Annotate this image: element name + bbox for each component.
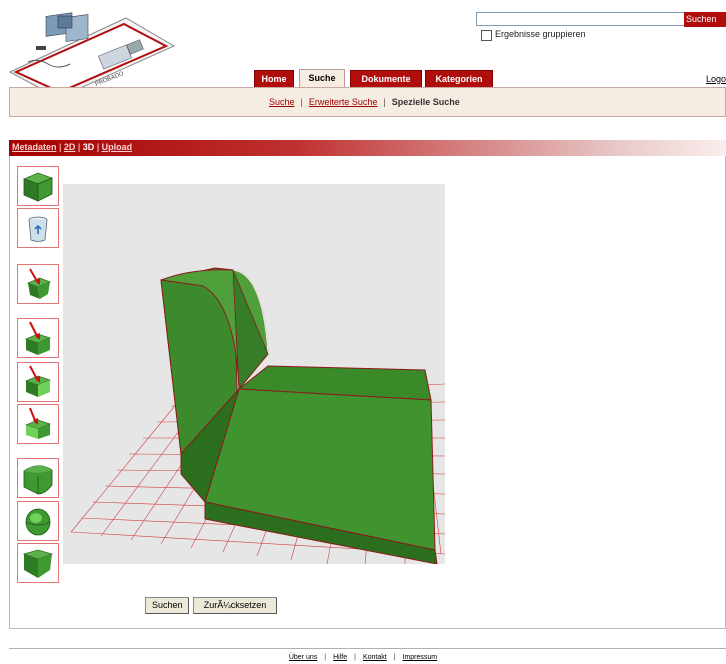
mode-link-2d[interactable]: 2D [64, 142, 76, 152]
tab-dokumente[interactable]: Dokumente [350, 70, 422, 87]
subnav-separator: | [383, 97, 386, 107]
footer-separator: | [393, 654, 396, 661]
subnav-link-erweiterte-suche[interactable]: Erweiterte Suche [309, 97, 378, 107]
tab-suche[interactable]: Suche [299, 69, 345, 88]
cube-tool-button[interactable] [17, 166, 59, 206]
mode-separator: | [96, 142, 100, 152]
push-face-top-tool-button[interactable] [17, 318, 59, 358]
footer-link-imprint[interactable]: Impressum [403, 654, 438, 661]
push-face-side-tool-button[interactable] [17, 362, 59, 402]
push-face-top-icon [24, 321, 52, 355]
round-edge-tool-button[interactable] [17, 458, 59, 498]
mode-link-metadaten[interactable]: Metadaten [12, 142, 57, 152]
mode-separator: | [59, 142, 62, 152]
subnav-link-suche[interactable]: Suche [269, 97, 295, 107]
chamfer-icon [22, 549, 54, 578]
logout-link[interactable]: Logo [706, 74, 726, 84]
search-button[interactable]: Suchen [684, 12, 726, 27]
push-face-front-tool-button[interactable] [17, 404, 59, 444]
footer-link-about[interactable]: Über uns [289, 654, 317, 661]
footer-separator: | [354, 654, 356, 661]
cube-icon [22, 172, 54, 202]
subnav-current-spezielle-suche: Spezielle Suche [391, 97, 460, 107]
pull-face-icon [26, 268, 52, 299]
footer-link-help[interactable]: Hilfe [333, 654, 347, 661]
footer: Über uns | Hilfe | Kontakt | Impressum [0, 654, 726, 661]
tab-kategorien[interactable]: Kategorien [425, 70, 493, 87]
trash-icon [28, 216, 48, 242]
group-results-checkbox[interactable] [481, 30, 492, 41]
mode-current-3d: 3D [82, 142, 95, 152]
mode-separator: | [77, 142, 81, 152]
sphere-cut-tool-button[interactable] [17, 501, 59, 541]
sphere-cut-icon [25, 508, 51, 536]
logo: PROBADO [8, 12, 176, 98]
trash-tool-button[interactable] [17, 208, 59, 248]
footer-separator: | [324, 654, 327, 661]
3d-viewport[interactable] [63, 184, 445, 564]
round-edge-icon [23, 465, 53, 495]
tab-home[interactable]: Home [254, 70, 294, 87]
push-face-side-icon [24, 365, 52, 397]
3d-model-render [70, 267, 445, 564]
subnav-separator: | [300, 97, 303, 107]
mode-link-upload[interactable]: Upload [102, 142, 133, 152]
search-submit-button[interactable]: Suchen [145, 597, 189, 614]
chamfer-tool-button[interactable] [17, 543, 59, 583]
pull-face-tool-button[interactable] [17, 264, 59, 304]
reset-button[interactable]: ZurÃ¼cksetzen [193, 597, 277, 614]
sub-navigation: Suche | Erweiterte Suche | Spezielle Suche [9, 87, 726, 117]
footer-link-contact[interactable]: Kontakt [363, 654, 387, 661]
footer-divider [9, 648, 726, 649]
mode-bar: Metadaten | 2D | 3D | Upload [9, 140, 726, 156]
push-face-front-icon [24, 407, 52, 439]
search-input[interactable] [476, 12, 687, 26]
group-results-label: Ergebnisse gruppieren [495, 29, 586, 39]
